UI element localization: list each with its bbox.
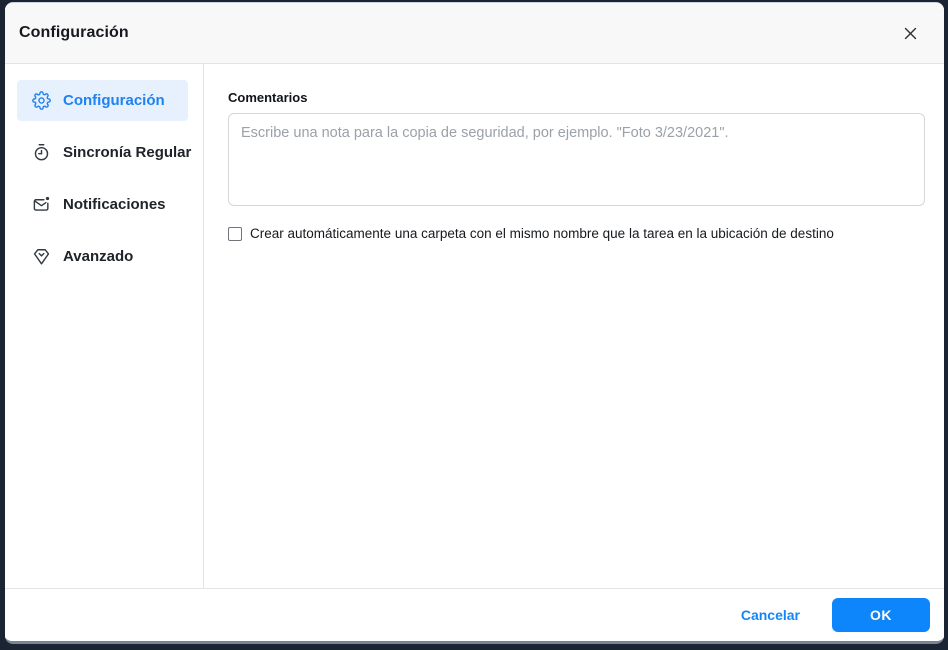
sidebar-item-configuracion[interactable]: Configuración xyxy=(17,80,188,121)
sidebar-item-notificaciones[interactable]: Notificaciones xyxy=(17,184,188,225)
dialog-body: Configuración Sincronía Regular Notifica… xyxy=(5,64,944,588)
sidebar-item-label: Configuración xyxy=(63,92,165,109)
comments-textarea[interactable] xyxy=(228,113,925,206)
sidebar-item-sincronia-regular[interactable]: Sincronía Regular xyxy=(17,132,192,173)
main-panel: Comentarios Crear automáticamente una ca… xyxy=(204,64,944,588)
auto-folder-checkbox-row[interactable]: Crear automáticamente una carpeta con el… xyxy=(228,226,925,241)
sidebar: Configuración Sincronía Regular Notifica… xyxy=(5,64,204,588)
dialog-footer: Cancelar OK xyxy=(5,588,944,641)
sidebar-item-avanzado[interactable]: Avanzado xyxy=(17,236,188,277)
auto-folder-checkbox-label: Crear automáticamente una carpeta con el… xyxy=(250,226,834,241)
close-button[interactable] xyxy=(896,19,924,47)
dialog-title: Configuración xyxy=(19,24,129,41)
comments-label: Comentarios xyxy=(228,90,308,105)
sidebar-item-label: Sincronía Regular xyxy=(63,144,192,161)
sidebar-item-label: Avanzado xyxy=(63,248,134,265)
diamond-icon xyxy=(33,249,50,265)
gear-icon xyxy=(32,91,51,110)
close-icon xyxy=(904,27,916,39)
settings-dialog: Configuración Configuración Sincronía Re… xyxy=(5,2,944,644)
stopwatch-icon xyxy=(34,144,49,161)
ok-button[interactable]: OK xyxy=(832,598,930,632)
cancel-button[interactable]: Cancelar xyxy=(741,607,800,623)
mail-notification-icon xyxy=(33,196,50,211)
sidebar-item-label: Notificaciones xyxy=(63,196,166,213)
auto-folder-checkbox[interactable] xyxy=(228,226,242,241)
dialog-titlebar: Configuración xyxy=(5,3,944,64)
